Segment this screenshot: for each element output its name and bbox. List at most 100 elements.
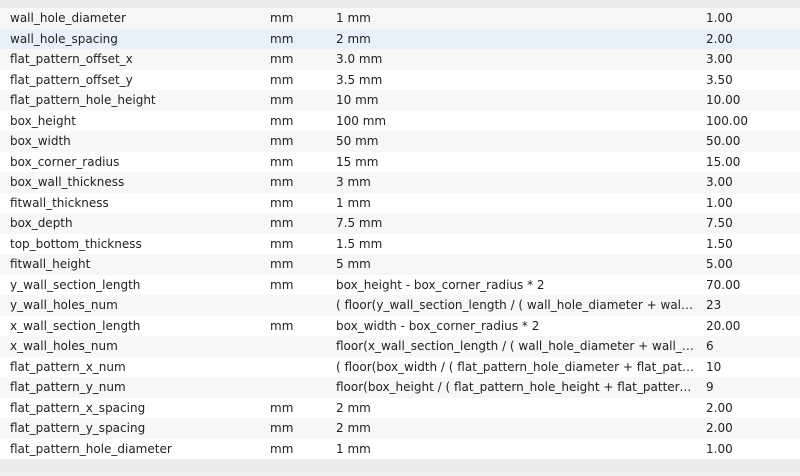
table-row[interactable]: box_depth mm 7.5 mm 7.50 — [0, 213, 800, 234]
parameter-unit: mm — [270, 134, 294, 148]
parameter-name: flat_pattern_x_spacing — [10, 400, 146, 415]
table-row[interactable]: fitwall_thickness mm 1 mm 1.00 — [0, 192, 800, 214]
parameter-value: 50.00 — [706, 134, 741, 148]
parameter-value: 1.50 — [706, 236, 733, 251]
parameter-name: flat_pattern_x_num — [10, 359, 126, 374]
table-row[interactable]: flat_pattern_y_num floor(box_height / ( … — [0, 377, 800, 398]
parameter-expression[interactable]: 15 mm — [336, 152, 696, 173]
parameter-expression[interactable]: 2 mm — [336, 398, 696, 419]
table-row[interactable]: flat_pattern_hole_diameter mm 1 mm 1.00 — [0, 438, 800, 460]
parameter-value: 2.00 — [706, 400, 733, 415]
parameter-value: 1.00 — [706, 11, 733, 25]
parameter-value: 20.00 — [706, 318, 741, 333]
table-row[interactable]: flat_pattern_offset_y mm 3.5 mm 3.50 — [0, 69, 800, 91]
parameter-name: top_bottom_thickness — [10, 236, 142, 251]
parameter-value: 15.00 — [706, 154, 741, 169]
parameter-unit: mm — [270, 175, 294, 189]
parameter-expression[interactable]: 100 mm — [336, 111, 696, 132]
parameter-name: flat_pattern_offset_y — [10, 72, 133, 87]
parameter-name: wall_hole_spacing — [10, 31, 118, 46]
table-row[interactable]: y_wall_holes_num ( floor(y_wall_section_… — [0, 295, 800, 316]
parameter-unit: mm — [270, 400, 294, 415]
parameter-expression[interactable]: 50 mm — [336, 131, 696, 152]
parameter-name: x_wall_section_length — [10, 318, 141, 333]
table-row[interactable]: box_corner_radius mm 15 mm 15.00 — [0, 151, 800, 173]
parameter-name: flat_pattern_hole_height — [10, 93, 156, 107]
parameter-unit: mm — [270, 31, 294, 46]
parameter-name: flat_pattern_y_spacing — [10, 421, 146, 435]
table-row[interactable]: y_wall_section_length mm box_height - bo… — [0, 274, 800, 296]
parameter-unit: mm — [270, 113, 294, 128]
parameter-expression[interactable]: 1 mm — [336, 193, 696, 214]
parameter-value: 9 — [706, 380, 714, 394]
parameter-unit: mm — [270, 257, 294, 271]
table-row[interactable]: x_wall_holes_num floor(x_wall_section_le… — [0, 336, 800, 357]
parameter-value: 2.00 — [706, 31, 733, 46]
parameter-value: 7.50 — [706, 216, 733, 230]
table-row[interactable]: flat_pattern_y_spacing mm 2 mm 2.00 — [0, 418, 800, 439]
parameter-name: flat_pattern_hole_diameter — [10, 441, 172, 456]
table-row[interactable]: flat_pattern_hole_height mm 10 mm 10.00 — [0, 90, 800, 111]
parameter-expression[interactable]: 2 mm — [336, 29, 696, 50]
parameter-expression[interactable]: 5 mm — [336, 254, 696, 275]
table-row[interactable]: box_wall_thickness mm 3 mm 3.00 — [0, 172, 800, 193]
parameter-unit: mm — [270, 72, 294, 87]
parameter-value: 3.50 — [706, 72, 733, 87]
parameter-unit: mm — [270, 93, 294, 107]
parameter-unit: mm — [270, 318, 294, 333]
parameter-rows: wall_hole_diameter mm 1 mm 1.00 wall_hol… — [0, 8, 800, 459]
parameter-unit: mm — [270, 52, 294, 66]
parameter-value: 70.00 — [706, 277, 741, 292]
parameter-name: fitwall_height — [10, 257, 91, 271]
table-row[interactable]: flat_pattern_x_num ( floor(box_width / (… — [0, 356, 800, 378]
parameter-value: 2.00 — [706, 421, 733, 435]
parameter-unit: mm — [270, 216, 294, 230]
table-row[interactable]: top_bottom_thickness mm 1.5 mm 1.50 — [0, 233, 800, 255]
table-bottom-edge — [0, 459, 800, 471]
parameter-name: wall_hole_diameter — [10, 11, 126, 25]
parameter-name: fitwall_thickness — [10, 195, 109, 210]
parameter-name: box_wall_thickness — [10, 175, 125, 189]
table-row[interactable]: flat_pattern_offset_x mm 3.0 mm 3.00 — [0, 49, 800, 70]
parameter-value: 10 — [706, 359, 722, 374]
parameter-value: 1.00 — [706, 195, 733, 210]
parameter-expression[interactable]: ( floor(y_wall_section_length / ( wall_h… — [336, 295, 696, 316]
parameter-unit: mm — [270, 277, 294, 292]
table-row[interactable]: box_width mm 50 mm 50.00 — [0, 131, 800, 152]
parameter-unit: mm — [270, 421, 294, 435]
parameter-expression[interactable]: ( floor(box_width / ( flat_pattern_hole_… — [336, 357, 696, 378]
parameter-expression[interactable]: floor(box_height / ( flat_pattern_hole_h… — [336, 377, 696, 398]
parameter-expression[interactable]: 7.5 mm — [336, 213, 696, 234]
parameter-expression[interactable]: 1.5 mm — [336, 234, 696, 255]
parameter-expression[interactable]: floor(x_wall_section_length / ( wall_hol… — [336, 336, 696, 357]
parameter-value: 6 — [706, 339, 714, 353]
parameter-expression[interactable]: 2 mm — [336, 418, 696, 439]
parameter-name: flat_pattern_offset_x — [10, 52, 133, 66]
parameter-expression[interactable]: box_width - box_corner_radius * 2 — [336, 316, 696, 337]
table-row[interactable]: wall_hole_diameter mm 1 mm 1.00 — [0, 8, 800, 29]
parameter-value: 23 — [706, 298, 722, 312]
parameter-value: 1.00 — [706, 441, 733, 456]
table-row[interactable]: fitwall_height mm 5 mm 5.00 — [0, 254, 800, 275]
parameter-expression[interactable]: box_height - box_corner_radius * 2 — [336, 275, 696, 296]
parameter-value: 10.00 — [706, 93, 741, 107]
parameter-unit: mm — [270, 441, 294, 456]
table-row[interactable]: wall_hole_spacing mm 2 mm 2.00 — [0, 28, 800, 50]
table-row[interactable]: box_height mm 100 mm 100.00 — [0, 110, 800, 132]
table-row[interactable]: x_wall_section_length mm box_width - box… — [0, 315, 800, 337]
parameter-name: x_wall_holes_num — [10, 339, 118, 353]
parameter-expression[interactable]: 10 mm — [336, 90, 696, 111]
parameter-expression[interactable]: 3 mm — [336, 172, 696, 193]
parameter-value: 100.00 — [706, 113, 748, 128]
parameter-name: y_wall_holes_num — [10, 298, 118, 312]
table-row[interactable]: flat_pattern_x_spacing mm 2 mm 2.00 — [0, 397, 800, 419]
parameter-expression[interactable]: 3.0 mm — [336, 49, 696, 70]
parameter-expression[interactable]: 3.5 mm — [336, 70, 696, 91]
parameter-name: flat_pattern_y_num — [10, 380, 126, 394]
parameter-expression[interactable]: 1 mm — [336, 439, 696, 460]
parameter-expression[interactable]: 1 mm — [336, 8, 696, 29]
parameter-name: y_wall_section_length — [10, 277, 141, 292]
parameter-name: box_corner_radius — [10, 154, 120, 169]
parameter-unit: mm — [270, 236, 294, 251]
parameter-unit: mm — [270, 195, 294, 210]
